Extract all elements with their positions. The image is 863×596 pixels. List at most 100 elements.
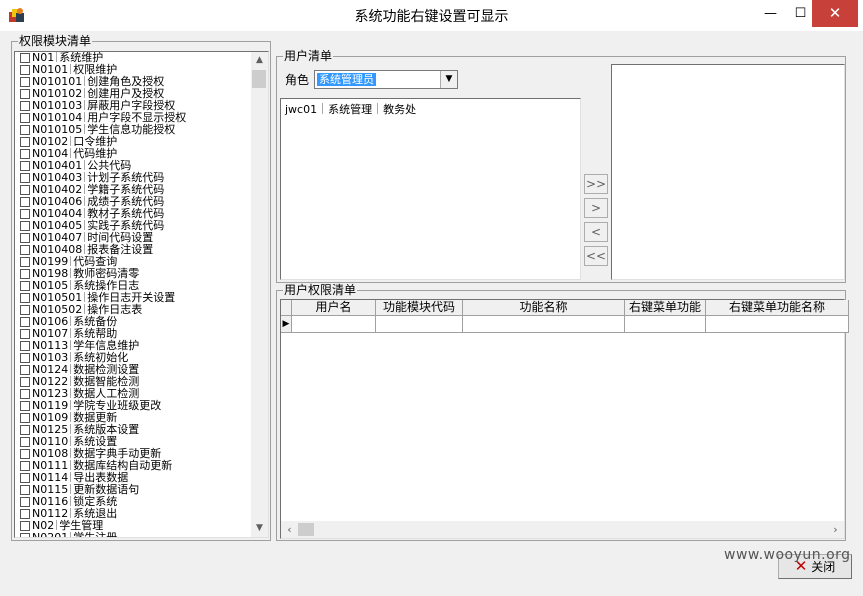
separator bbox=[84, 112, 86, 122]
grid-cell[interactable] bbox=[292, 316, 376, 333]
user-listbox[interactable]: jwc01 系统管理 教务处 bbox=[280, 98, 581, 280]
checkbox[interactable] bbox=[20, 89, 30, 99]
separator bbox=[377, 103, 379, 114]
checkbox[interactable] bbox=[20, 521, 30, 531]
add-all-button[interactable]: >> bbox=[584, 174, 608, 194]
checkbox[interactable] bbox=[20, 113, 30, 123]
permissions-vertical-scrollbar[interactable]: ▲ ▼ bbox=[251, 52, 268, 537]
checkbox[interactable] bbox=[20, 437, 30, 447]
checkbox[interactable] bbox=[20, 245, 30, 255]
checkbox[interactable] bbox=[20, 377, 30, 387]
checkbox[interactable] bbox=[20, 149, 30, 159]
minimize-button[interactable]: — bbox=[757, 0, 784, 27]
separator bbox=[56, 52, 58, 62]
separator bbox=[70, 136, 72, 146]
scroll-up-icon[interactable]: ▲ bbox=[251, 52, 268, 69]
checkbox[interactable] bbox=[20, 281, 30, 291]
checkbox[interactable] bbox=[20, 209, 30, 219]
grid-cell[interactable] bbox=[706, 316, 849, 333]
column-header[interactable]: 用户名 bbox=[292, 300, 376, 316]
watermark: www.wooyun.org bbox=[724, 547, 851, 563]
scroll-left-icon[interactable]: ‹ bbox=[281, 521, 298, 538]
separator bbox=[84, 208, 86, 218]
checkbox[interactable] bbox=[20, 161, 30, 171]
separator bbox=[70, 280, 72, 290]
client-area: 权限模块清单 N01 系统维护 N0101 权限维护 N010101 创建角色及授权 N01… bbox=[0, 31, 863, 596]
checkbox[interactable] bbox=[20, 137, 30, 147]
separator bbox=[84, 244, 86, 254]
checkbox[interactable] bbox=[20, 185, 30, 195]
checkbox[interactable] bbox=[20, 497, 30, 507]
role-select[interactable]: 系统管理员 ▼ bbox=[314, 70, 458, 89]
checkbox[interactable] bbox=[20, 413, 30, 423]
user-dept: 教务处 bbox=[383, 103, 417, 116]
permission-name: 学生注册 bbox=[73, 531, 117, 538]
permission-item[interactable]: N0201 学生注册 bbox=[15, 532, 251, 537]
column-header[interactable]: 功能模块代码 bbox=[376, 300, 463, 316]
checkbox[interactable] bbox=[20, 533, 30, 537]
separator bbox=[84, 292, 86, 302]
checkbox[interactable] bbox=[20, 317, 30, 327]
grid-horizontal-scrollbar[interactable]: ‹ › bbox=[281, 521, 844, 538]
grid-cell[interactable] bbox=[463, 316, 625, 333]
checkbox[interactable] bbox=[20, 269, 30, 279]
separator bbox=[70, 64, 72, 74]
checkbox[interactable] bbox=[20, 125, 30, 135]
row-indicator-header bbox=[281, 300, 292, 316]
checkbox[interactable] bbox=[20, 449, 30, 459]
checkbox[interactable] bbox=[20, 365, 30, 375]
separator bbox=[70, 436, 72, 446]
close-window-button[interactable]: ✕ bbox=[812, 0, 858, 27]
user-permissions-grid[interactable]: 用户名 功能模块代码 功能名称 右键菜单功能 右键菜单功能名称 ▶ ‹ › bbox=[280, 299, 849, 539]
scroll-right-icon[interactable]: › bbox=[827, 521, 844, 538]
separator bbox=[70, 148, 72, 158]
checkbox[interactable] bbox=[20, 77, 30, 87]
add-button[interactable]: > bbox=[584, 198, 608, 218]
grid-new-row[interactable]: ▶ bbox=[281, 316, 849, 333]
scroll-down-icon[interactable]: ▼ bbox=[251, 520, 268, 537]
user-permissions-group-label: 用户权限清单 bbox=[283, 283, 358, 297]
checkbox[interactable] bbox=[20, 53, 30, 63]
checkbox[interactable] bbox=[20, 341, 30, 351]
permissions-list: N01 系统维护 N0101 权限维护 N010101 创建角色及授权 N010102 创建用… bbox=[15, 52, 251, 537]
checkbox[interactable] bbox=[20, 401, 30, 411]
separator bbox=[70, 376, 72, 386]
grid-cell[interactable] bbox=[376, 316, 463, 333]
checkbox[interactable] bbox=[20, 293, 30, 303]
checkbox[interactable] bbox=[20, 257, 30, 267]
role-select-value: 系统管理员 bbox=[317, 73, 376, 86]
separator bbox=[84, 184, 86, 194]
permissions-listbox[interactable]: N01 系统维护 N0101 权限维护 N010101 创建角色及授权 N010102 创建用… bbox=[14, 51, 269, 538]
checkbox[interactable] bbox=[20, 425, 30, 435]
user-list-item[interactable]: jwc01 系统管理 教务处 bbox=[285, 101, 416, 117]
checkbox[interactable] bbox=[20, 221, 30, 231]
checkbox[interactable] bbox=[20, 353, 30, 363]
checkbox[interactable] bbox=[20, 305, 30, 315]
checkbox[interactable] bbox=[20, 233, 30, 243]
maximize-button[interactable]: ☐ bbox=[787, 0, 814, 27]
grid-cell[interactable] bbox=[625, 316, 706, 333]
checkbox[interactable] bbox=[20, 65, 30, 75]
column-header[interactable]: 右键菜单功能名称 bbox=[706, 300, 849, 316]
checkbox[interactable] bbox=[20, 197, 30, 207]
remove-button[interactable]: < bbox=[584, 222, 608, 242]
selected-users-listbox[interactable] bbox=[611, 64, 845, 280]
separator bbox=[70, 340, 72, 350]
column-header[interactable]: 右键菜单功能 bbox=[625, 300, 706, 316]
checkbox[interactable] bbox=[20, 485, 30, 495]
checkbox[interactable] bbox=[20, 473, 30, 483]
separator bbox=[322, 103, 324, 114]
column-header[interactable]: 功能名称 bbox=[463, 300, 625, 316]
checkbox[interactable] bbox=[20, 509, 30, 519]
horizontal-scroll-thumb[interactable] bbox=[298, 523, 314, 536]
scroll-thumb[interactable] bbox=[252, 70, 266, 88]
chevron-down-icon[interactable]: ▼ bbox=[440, 71, 457, 88]
checkbox[interactable] bbox=[20, 329, 30, 339]
separator bbox=[70, 328, 72, 338]
checkbox[interactable] bbox=[20, 389, 30, 399]
remove-all-button[interactable]: << bbox=[584, 246, 608, 266]
checkbox[interactable] bbox=[20, 461, 30, 471]
separator bbox=[70, 508, 72, 518]
checkbox[interactable] bbox=[20, 173, 30, 183]
checkbox[interactable] bbox=[20, 101, 30, 111]
